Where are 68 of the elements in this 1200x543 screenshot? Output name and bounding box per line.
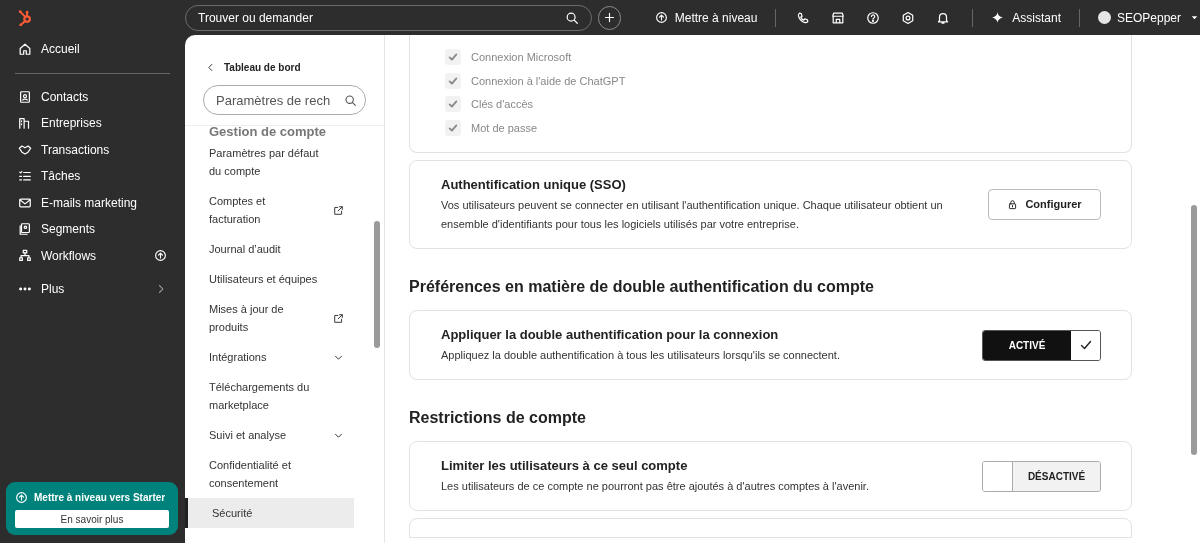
search-icon — [344, 93, 357, 107]
settings-nav-item[interactable]: Comptes et facturation — [185, 186, 354, 234]
avatar-icon — [1097, 11, 1111, 24]
card-description: Vos utilisateurs peuvent se connecter en utilisant l'authentification unique. Chaque utilisateur obtient un ensemble d'identifiants pour tous les logiciels utilisés par votre entreprise. — [441, 198, 944, 233]
phone-icon[interactable] — [796, 10, 811, 25]
card-description: Les utilisateurs de ce compte ne pourront pas être ajoutés à d'autres comptes à l'avenir. — [441, 479, 870, 495]
toggle-switch[interactable]: DÉSACTIVÉ — [982, 460, 1101, 492]
arrow-up-circle-icon — [654, 11, 668, 24]
settings-nav-item[interactable]: Journal d’audit — [185, 234, 354, 264]
nav-item[interactable]: Segments — [0, 216, 185, 243]
help-icon[interactable] — [866, 10, 881, 25]
nav-item[interactable]: Workflows — [0, 242, 185, 269]
assistant-button[interactable]: Assistant — [991, 8, 1061, 27]
upgrade-button[interactable]: Mettre à niveau — [654, 8, 758, 27]
settings-nav-item[interactable]: Paramètres par défaut du compte — [185, 138, 354, 186]
checkbox-label: Connexion à l'aide de ChatGPT — [471, 73, 626, 89]
nav-item[interactable]: Accueil — [0, 36, 185, 63]
store-icon[interactable] — [831, 10, 846, 25]
settings-nav-item[interactable]: Confidentialité et consentement — [185, 450, 354, 498]
checkbox-label: Mot de passe — [471, 120, 538, 136]
checklist-icon — [18, 169, 32, 184]
sparkle-icon — [991, 11, 1005, 24]
learn-more-button[interactable]: En savoir plus — [15, 510, 169, 528]
nav-item[interactable]: E-mails marketing — [0, 189, 185, 216]
nav-item[interactable]: Tâches — [0, 163, 185, 190]
settings-nav-item[interactable]: Mises à jour de produits — [185, 294, 354, 342]
card-title: Authentification unique (SSO) — [441, 175, 627, 194]
settings-search-field[interactable]: Paramètres de rech — [204, 86, 340, 114]
flowchart-icon — [18, 248, 32, 263]
chevron-left-icon — [205, 61, 216, 73]
checkbox-label: Connexion Microsoft — [471, 50, 572, 65]
envelope-icon — [18, 195, 32, 210]
arrow-up-circle-icon — [15, 491, 28, 504]
section-heading: Restrictions de compte — [409, 408, 587, 428]
settings-nav-item[interactable]: Suivi et analyse — [185, 420, 354, 450]
scrollbar-thumb[interactable] — [374, 221, 380, 348]
notification-bell-icon[interactable] — [936, 10, 951, 25]
account-menu[interactable]: SEOPepper — [1097, 8, 1200, 27]
toggle-switch[interactable]: ACTIVÉ — [982, 329, 1101, 361]
external-link-icon — [333, 204, 344, 216]
scrollbar-thumb[interactable] — [1191, 205, 1197, 455]
contact-card-icon — [18, 89, 32, 104]
settings-nav-item[interactable]: Intégrations — [185, 342, 354, 372]
card-title: Appliquer la double authentification pour la connexion — [441, 325, 780, 344]
upgrade-card: Mettre à niveau vers Starter En savoir plus — [6, 482, 178, 535]
home-icon — [18, 42, 32, 57]
section-heading: Préférences en matière de double authentification du compte — [409, 277, 875, 297]
nav-item[interactable]: Contacts — [0, 83, 185, 110]
settings-nav-item[interactable]: Téléchargements du marketplace — [185, 372, 354, 420]
plus-icon — [602, 11, 616, 24]
search-icon[interactable] — [565, 10, 580, 25]
nav-item[interactable]: Transactions — [0, 136, 185, 163]
building-icon — [18, 116, 32, 131]
lock-icon — [1007, 199, 1019, 210]
settings-nav-item[interactable]: Sécurité — [185, 498, 354, 528]
external-link-icon — [333, 312, 344, 324]
section-heading: Gestion de compte — [208, 126, 328, 138]
settings-nav-item[interactable]: Utilisateurs et équipes — [185, 264, 354, 294]
nav-item[interactable]: Entreprises — [0, 110, 185, 137]
back-link[interactable]: Tableau de bord — [185, 35, 384, 79]
settings-icon[interactable] — [901, 10, 916, 25]
checkbox-label: Clés d'accès — [471, 97, 533, 112]
nav-item[interactable]: Plus — [0, 276, 185, 303]
sprocket-logo-icon[interactable] — [17, 9, 34, 26]
card-description: Appliquez la double authentification à tous les utilisateurs lorsqu'ils se connectent. — [441, 348, 841, 364]
list-card-icon — [18, 222, 32, 237]
configure-button[interactable]: Configurer — [988, 189, 1101, 220]
card-title: Limiter les utilisateurs à ce seul compte — [441, 456, 689, 475]
